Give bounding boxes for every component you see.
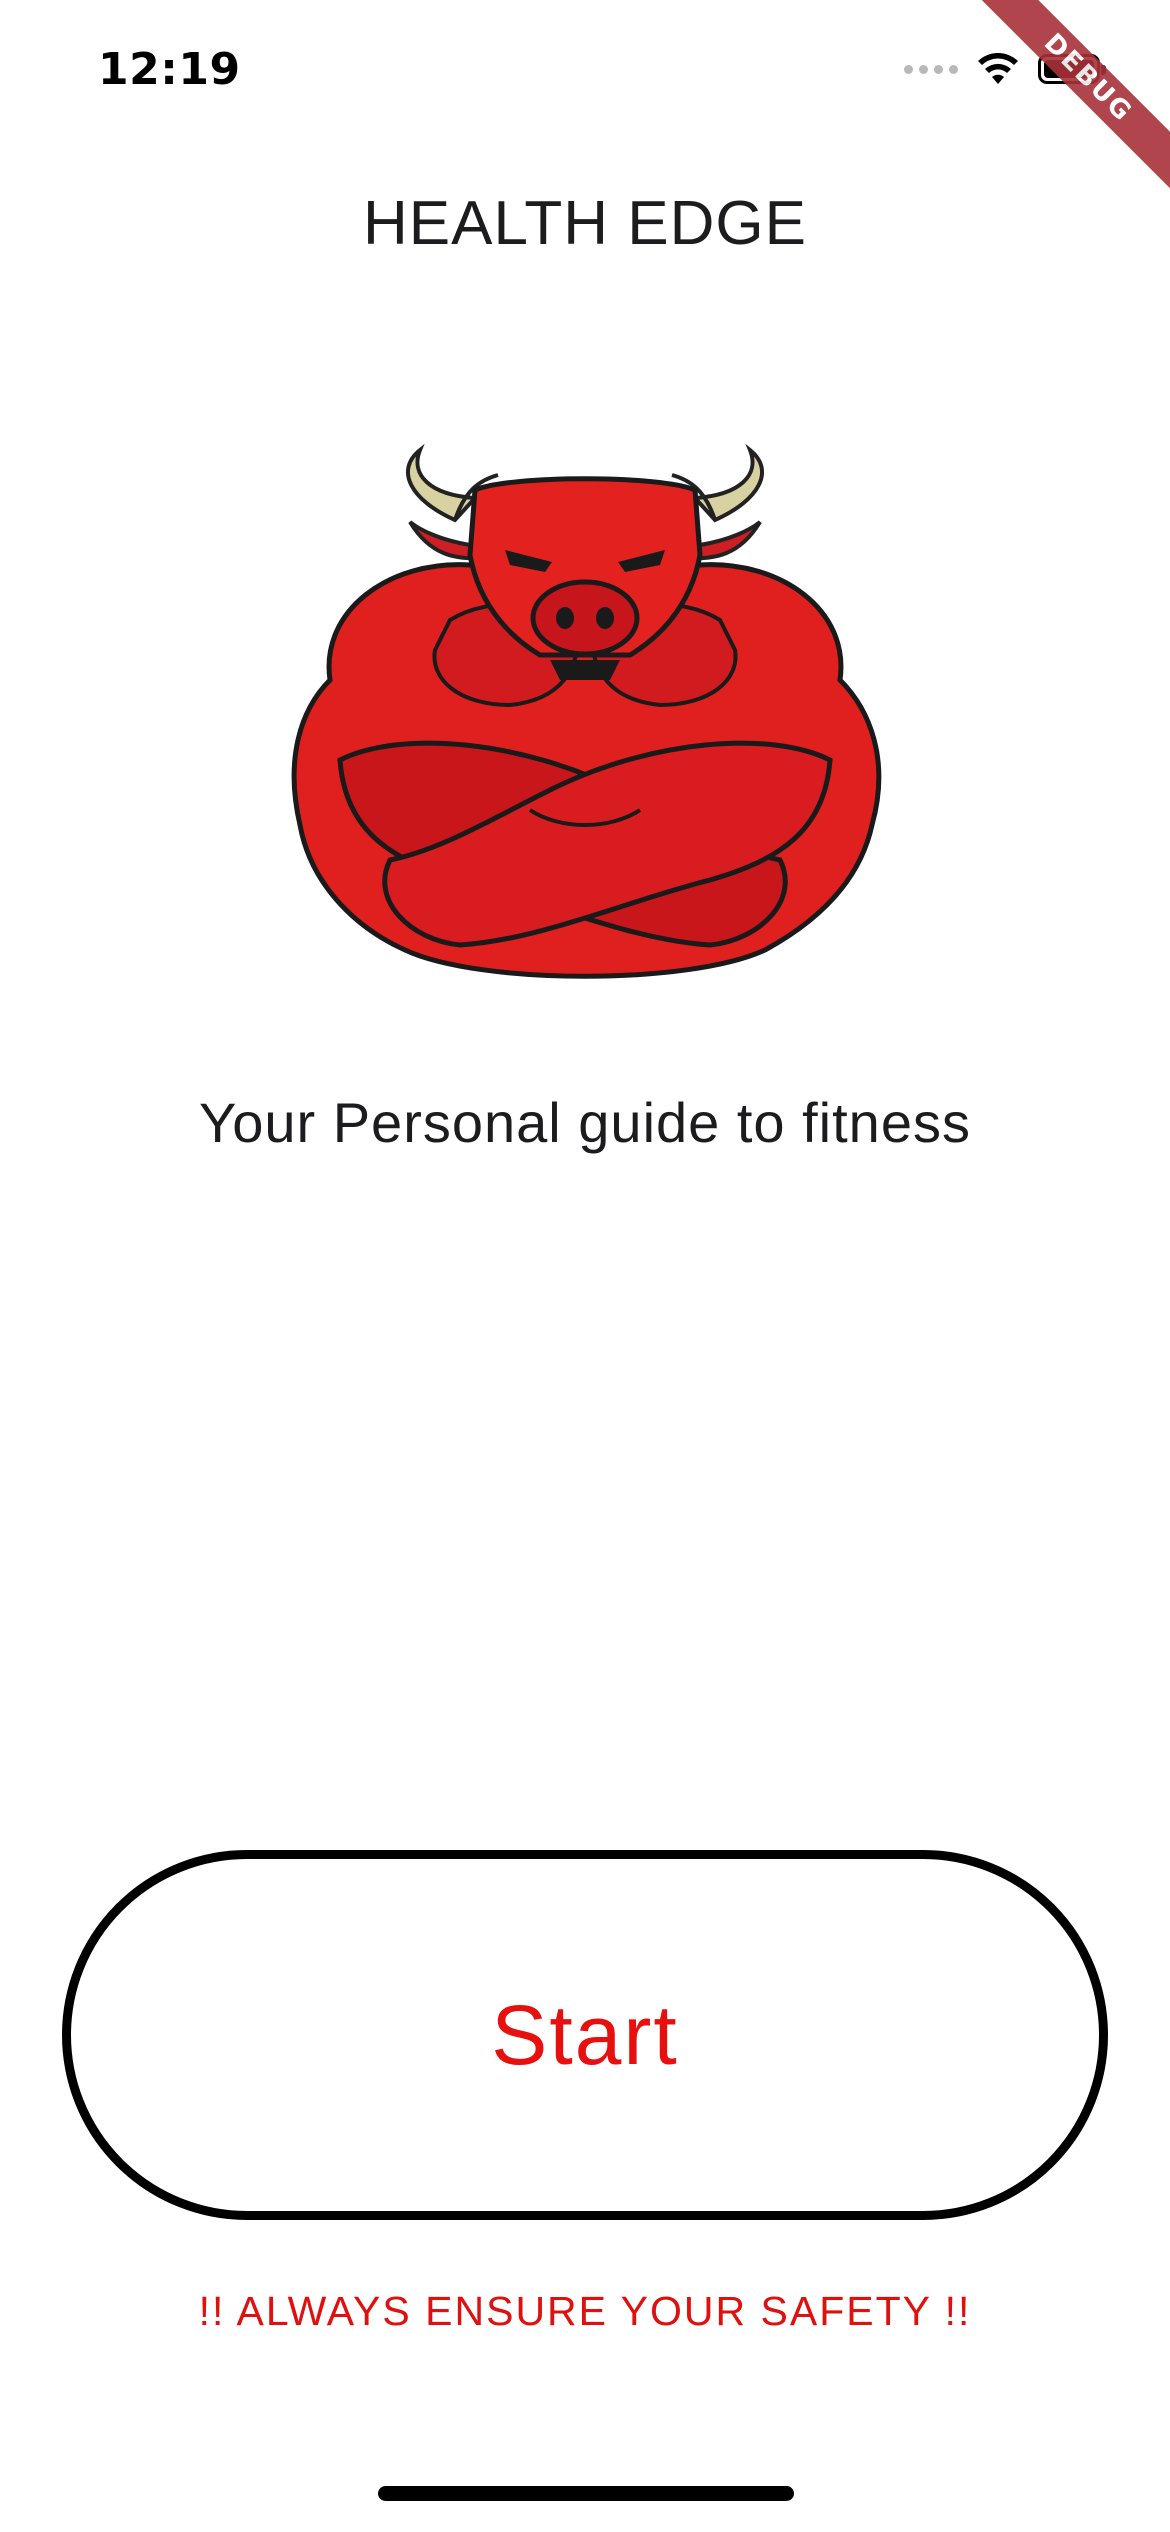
debug-ribbon-label: DEBUG xyxy=(960,0,1170,206)
start-button-label: Start xyxy=(491,1987,679,2082)
app-title: HEALTH EDGE xyxy=(363,189,807,258)
app-screen: 12:19 DEBUG HEALTH EDGE Your Personal gu… xyxy=(0,0,1170,2532)
safety-note: !! ALWAYS ENSURE YOUR SAFETY !! xyxy=(198,2288,972,2334)
bull-mascot-image xyxy=(291,443,882,979)
tagline: Your Personal guide to fitness xyxy=(199,1091,971,1154)
status-time: 12:19 xyxy=(98,44,241,95)
home-indicator[interactable] xyxy=(378,2486,794,2501)
start-button[interactable]: Start xyxy=(62,1850,1108,2220)
debug-ribbon: DEBUG xyxy=(950,0,1170,220)
